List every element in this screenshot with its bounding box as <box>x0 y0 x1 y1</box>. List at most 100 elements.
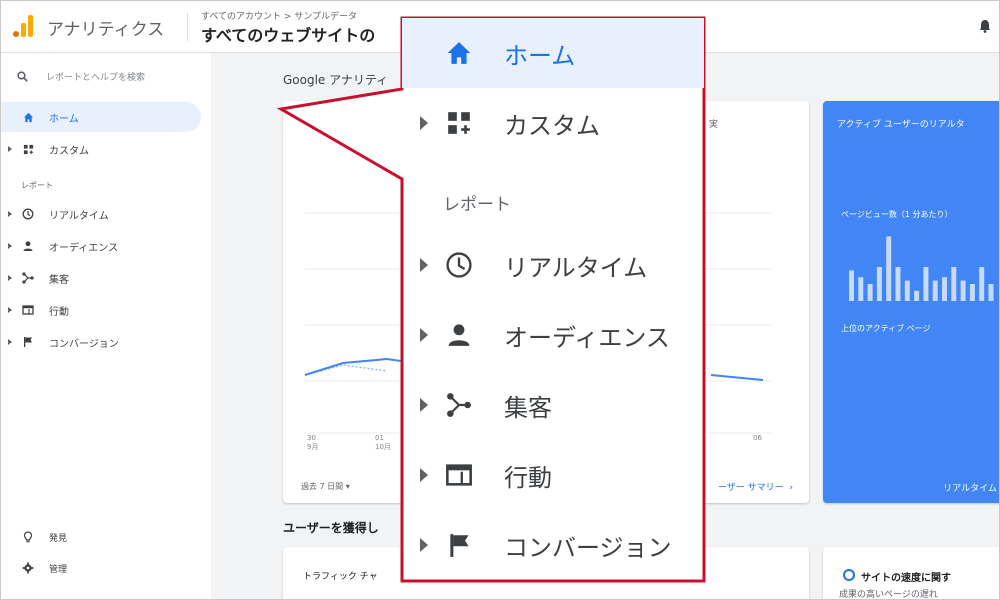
sidebar-item-label: ホーム <box>49 113 79 125</box>
sidebar-item-discover[interactable]: 発見 <box>1 525 201 549</box>
zoom-item-label: カスタム <box>504 111 600 140</box>
realtime-bar <box>951 267 957 301</box>
zoom-item-custom[interactable]: カスタム <box>402 88 704 158</box>
realtime-bar <box>858 277 864 301</box>
acquisition-icon <box>21 271 35 285</box>
users-line-previous <box>304 364 388 376</box>
expand-caret-icon[interactable] <box>420 468 428 482</box>
behavior-icon <box>442 458 476 492</box>
users-line-current-right <box>710 374 764 381</box>
search-row[interactable]: レポートとヘルプを検索 <box>17 67 145 85</box>
realtime-bar <box>969 284 975 301</box>
x-tick-2: 06 <box>753 434 762 442</box>
realtime-title: アクティブ ユーザーのリアルタ <box>837 120 965 130</box>
sidebar-item-custom[interactable]: カスタム <box>1 134 201 164</box>
person-icon <box>442 318 476 352</box>
clock-icon <box>442 248 476 282</box>
zoom-item-realtime[interactable]: リアルタイム <box>402 230 704 300</box>
expand-caret-icon[interactable] <box>8 146 12 152</box>
zoom-item-audience[interactable]: オーディエンス <box>402 300 704 370</box>
realtime-card: アクティブ ユーザーのリアルタ ページビュー数（1 分あたり） 上位のアクティブ… <box>823 101 999 503</box>
realtime-bar <box>923 267 929 301</box>
zoom-item-label: オーディエンス <box>504 323 670 352</box>
zoom-item-acquisition[interactable]: 集客 <box>402 370 704 440</box>
realtime-bar <box>914 290 920 301</box>
expand-caret-icon[interactable] <box>8 243 12 249</box>
sidebar-item-audience[interactable]: オーディエンス <box>1 231 201 261</box>
header-divider <box>187 13 188 41</box>
realtime-report-link[interactable]: リアルタイム <box>943 481 997 494</box>
sidebar: レポートとヘルプを検索 ホーム カスタム レポート リアルタイム オーディエンス… <box>1 53 211 599</box>
acquisition-icon <box>442 388 476 422</box>
view-selector[interactable]: すべてのウェブサイトの <box>201 22 375 46</box>
realtime-bar <box>895 267 901 301</box>
x-tick-1: 01 10月 <box>375 434 391 451</box>
sidebar-item-label: コンバージョン <box>49 338 119 350</box>
realtime-pageviews-label: ページビュー数（1 分あたり） <box>841 210 953 219</box>
zoom-reports-label: レポート <box>443 195 511 215</box>
expand-caret-icon[interactable] <box>8 339 12 345</box>
sidebar-item-label: 発見 <box>49 533 68 544</box>
realtime-bar <box>988 284 994 301</box>
screenshot-frame: アナリティクス すべてのアカウント > サンプルデータ すべてのウェブサイトの … <box>0 0 1000 600</box>
site-speed-title: サイトの速度に関す <box>861 573 951 584</box>
bell-icon[interactable] <box>979 19 991 33</box>
gear-icon <box>21 561 35 575</box>
expand-caret-icon[interactable] <box>420 538 428 552</box>
sidebar-item-realtime[interactable]: リアルタイム <box>1 199 201 229</box>
app-title: アナリティクス <box>47 20 165 40</box>
realtime-bar-chart <box>849 236 994 301</box>
realtime-bar <box>942 277 947 301</box>
expand-caret-icon[interactable] <box>420 328 428 342</box>
zoom-item-home[interactable]: ホーム <box>402 18 704 88</box>
expand-caret-icon[interactable] <box>420 258 428 272</box>
sidebar-item-behavior[interactable]: 行動 <box>1 295 201 325</box>
expand-caret-icon[interactable] <box>8 307 12 313</box>
realtime-bar <box>932 280 938 301</box>
realtime-bar <box>960 280 966 301</box>
page-title: Google アナリティ <box>283 73 389 87</box>
sidebar-item-home[interactable]: ホーム <box>1 102 201 132</box>
expand-caret-icon[interactable] <box>8 275 12 281</box>
realtime-bar <box>904 280 910 301</box>
behavior-icon <box>21 303 35 317</box>
breadcrumb[interactable]: すべてのアカウント > サンプルデータ <box>201 9 357 22</box>
zoom-item-label: 集客 <box>504 393 552 422</box>
user-summary-link[interactable]: ーザー サマリー › <box>718 480 793 493</box>
traffic-channel-label: トラフィック チャ <box>303 572 378 582</box>
reports-section-label: レポート <box>21 181 53 190</box>
clock-icon <box>21 207 35 221</box>
sidebar-item-label: 管理 <box>49 564 68 575</box>
realtime-bar <box>867 284 873 301</box>
zoom-item-label: ホーム <box>504 41 576 70</box>
analytics-logo-icon[interactable] <box>13 15 35 37</box>
zoom-item-label: 行動 <box>504 463 552 492</box>
search-input[interactable]: レポートとヘルプを検索 <box>46 70 145 83</box>
realtime-top-pages-label: 上位のアクティブ ページ <box>841 324 931 333</box>
zoom-item-behavior[interactable]: 行動 <box>402 440 704 510</box>
site-speed-card: サイトの速度に関す 成果の高いページの遅れ <box>823 547 999 599</box>
realtime-bar <box>886 236 892 301</box>
realtime-bar <box>849 270 854 301</box>
sidebar-item-label: 行動 <box>49 306 69 318</box>
sidebar-item-label: 集客 <box>49 274 69 286</box>
x-tick-0: 30 9月 <box>307 434 319 451</box>
acquisition-section-title: ユーザーを獲得し <box>283 521 379 535</box>
lightbulb-icon <box>21 530 35 544</box>
flag-icon <box>21 335 35 349</box>
expand-caret-icon[interactable] <box>8 211 12 217</box>
zoom-item-label: リアルタイム <box>504 253 648 282</box>
expand-caret-icon[interactable] <box>420 398 428 412</box>
home-icon <box>21 110 35 124</box>
sidebar-item-conversion[interactable]: コンバージョン <box>1 327 201 357</box>
person-icon <box>21 239 35 253</box>
insight-icon <box>843 569 855 581</box>
zoom-item-label: コンバージョン <box>504 533 672 562</box>
sidebar-item-label: オーディエンス <box>49 242 119 254</box>
expand-caret-icon[interactable] <box>420 116 428 130</box>
zoomed-nav-panel: ホーム カスタム レポート リアルタイム オーディエンス 集客 行動 コンバージ… <box>402 18 704 581</box>
date-range-selector[interactable]: 過去 7 日間 ▾ <box>301 481 350 492</box>
sidebar-item-acquisition[interactable]: 集客 <box>1 263 201 293</box>
sidebar-item-admin[interactable]: 管理 <box>1 556 201 580</box>
zoom-item-conversion[interactable]: コンバージョン <box>402 510 704 580</box>
